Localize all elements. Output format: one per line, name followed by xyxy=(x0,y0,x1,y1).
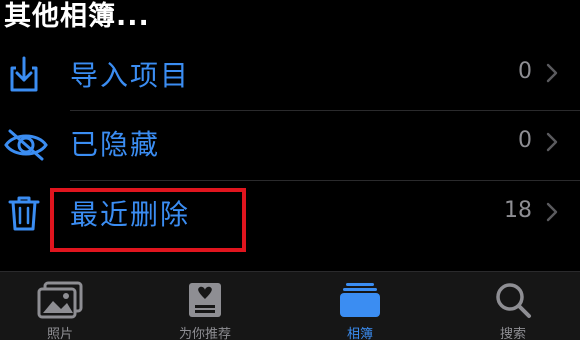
album-count: 0 xyxy=(518,128,532,153)
albums-icon xyxy=(338,281,382,323)
tab-for-you[interactable]: 为你推荐 xyxy=(145,272,265,340)
album-row-imports[interactable]: 导入项目 0 xyxy=(0,42,580,110)
photos-icon xyxy=(37,281,83,323)
album-row-hidden[interactable]: 已隐藏 0 xyxy=(0,111,580,179)
album-label: 已隐藏 xyxy=(70,128,161,161)
album-count: 0 xyxy=(518,59,532,84)
highlight-annotation-box xyxy=(50,188,246,252)
tab-bar: 照片 为你推荐 相簿 搜索 xyxy=(0,271,580,340)
chevron-right-icon xyxy=(546,63,558,83)
tab-label: 相簿 xyxy=(346,327,373,340)
tab-search[interactable]: 搜索 xyxy=(453,272,573,340)
trash-icon xyxy=(4,193,44,233)
search-icon xyxy=(494,281,532,323)
tab-albums[interactable]: 相簿 xyxy=(300,272,420,340)
hidden-eye-icon xyxy=(4,123,48,163)
section-title: 其他相簿... xyxy=(4,1,150,32)
import-icon xyxy=(4,54,44,94)
for-you-icon xyxy=(186,281,224,323)
tab-label: 照片 xyxy=(46,327,73,340)
album-label: 导入项目 xyxy=(70,59,191,92)
album-count: 18 xyxy=(504,198,532,223)
chevron-right-icon xyxy=(546,202,558,222)
chevron-right-icon xyxy=(546,132,558,152)
tab-photos[interactable]: 照片 xyxy=(0,272,120,340)
tab-label: 搜索 xyxy=(499,327,526,340)
tab-label: 为你推荐 xyxy=(178,327,231,340)
